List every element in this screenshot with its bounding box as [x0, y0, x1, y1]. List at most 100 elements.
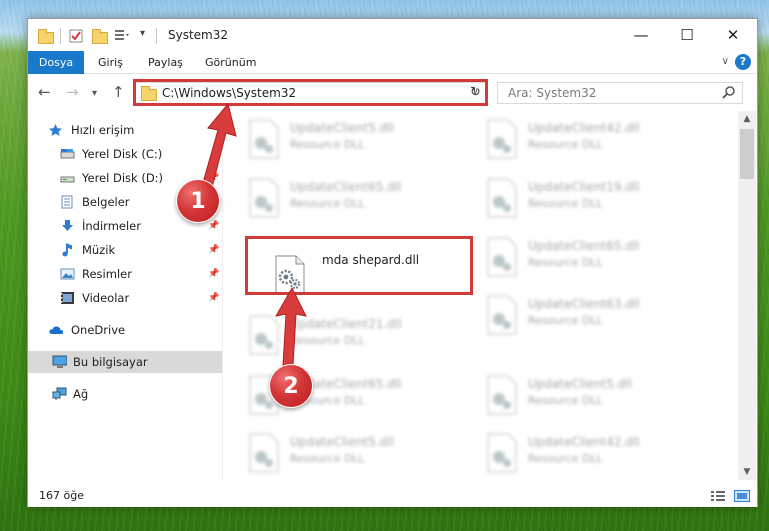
pin-icon[interactable]: 📌: [208, 263, 219, 285]
tab-share[interactable]: Paylaş: [138, 51, 193, 74]
ribbon-tabs: Dosya Giriş Paylaş Görünüm ∨ ?: [28, 51, 757, 74]
file-type: Resource DLL: [528, 256, 603, 269]
step-2-badge: 2: [269, 364, 313, 408]
file-item[interactable]: UpdateClient63.dll Resource DLL: [482, 289, 712, 347]
file-name: UpdateClient5.dll: [290, 435, 394, 449]
cloud-icon: [49, 326, 63, 334]
forward-arrow-icon[interactable]: →: [66, 84, 79, 100]
dll-file-icon: [487, 375, 517, 415]
scrollbar-thumb[interactable]: [740, 129, 754, 179]
file-name: UpdateClient42.dll: [528, 435, 640, 449]
sidebar-item-label: İndirmeler: [82, 219, 141, 233]
large-icons-view-icon[interactable]: [734, 490, 750, 502]
file-type: Resource DLL: [528, 138, 603, 151]
file-item[interactable]: UpdateClient42.dll Resource DLL: [482, 427, 712, 480]
search-box[interactable]: Ara: System32: [497, 82, 743, 104]
sidebar-item-network[interactable]: Ağ: [28, 383, 222, 405]
file-name: UpdateClient65.dll: [290, 180, 402, 194]
sidebar-item-label: Bu bilgisayar: [73, 355, 148, 369]
file-item[interactable]: UpdateClient42.dll Resource DLL: [482, 113, 712, 171]
file-type: Resource DLL: [528, 314, 603, 327]
search-icon[interactable]: [722, 86, 735, 100]
documents-icon: [61, 195, 73, 209]
window-title: System32: [168, 28, 229, 42]
file-item[interactable]: UpdateClient65.dll Resource DLL: [482, 231, 712, 289]
tab-home[interactable]: Giriş: [88, 51, 133, 74]
dll-file-icon: [487, 178, 517, 218]
sidebar-item-pictures[interactable]: Resimler 📌: [28, 263, 222, 285]
title-separator: [156, 28, 157, 44]
vertical-scrollbar[interactable]: ▲ ▼: [738, 111, 756, 480]
expand-ribbon-icon[interactable]: ∨: [722, 56, 729, 67]
file-type: Resource DLL: [290, 138, 365, 151]
pin-icon[interactable]: 📌: [208, 239, 219, 261]
quick-access-dropdown-icon[interactable]: ▾: [140, 28, 145, 39]
dll-file-icon: [487, 433, 517, 473]
computer-icon: [52, 355, 67, 368]
file-type: Resource DLL: [290, 197, 365, 210]
drive-icon: [60, 176, 75, 183]
file-item[interactable]: UpdateClient5.dll Resource DLL: [244, 427, 474, 480]
details-view-icon[interactable]: [710, 490, 726, 502]
sidebar-item-onedrive[interactable]: OneDrive: [28, 319, 222, 341]
sidebar-item-label: Resimler: [82, 267, 132, 281]
sidebar-item-label: Videolar: [82, 291, 130, 305]
minimize-button[interactable]: —: [618, 19, 664, 51]
sidebar-item-label: Belgeler: [82, 195, 130, 209]
dll-file-icon: [487, 295, 517, 335]
file-type: Resource DLL: [528, 452, 603, 465]
file-item[interactable]: UpdateClient5.dll Resource DLL: [244, 113, 474, 171]
download-icon: [62, 220, 73, 231]
dll-file-icon: [487, 237, 517, 277]
scroll-down-icon[interactable]: ▼: [738, 464, 756, 480]
file-name: UpdateClient5.dll: [528, 377, 632, 391]
video-icon: [61, 292, 74, 304]
scroll-up-icon[interactable]: ▲: [738, 111, 756, 127]
sidebar-item-this-pc[interactable]: Bu bilgisayar: [28, 351, 222, 373]
sidebar-item-music[interactable]: Müzik 📌: [28, 239, 222, 261]
dll-file-icon: [249, 433, 279, 473]
network-icon: [52, 387, 67, 400]
sidebar-item-videos[interactable]: Videolar 📌: [28, 287, 222, 309]
search-input[interactable]: Ara: System32: [508, 86, 596, 100]
file-item[interactable]: UpdateClient5.dll Resource DLL: [482, 369, 712, 427]
pin-icon[interactable]: 📌: [208, 287, 219, 309]
title-separator: [60, 28, 61, 44]
dll-file-icon: [249, 119, 279, 159]
help-icon[interactable]: ?: [735, 54, 751, 70]
file-type: Resource DLL: [528, 197, 603, 210]
properties-icon[interactable]: [68, 28, 84, 44]
close-button[interactable]: ✕: [710, 19, 756, 51]
drive-icon: [60, 149, 75, 159]
file-item[interactable]: UpdateClient19.dll Resource DLL: [482, 172, 712, 230]
sidebar-item-label: Yerel Disk (C:): [82, 147, 163, 161]
file-name: UpdateClient63.dll: [528, 297, 640, 311]
new-folder-icon[interactable]: [92, 29, 108, 44]
file-type: Resource DLL: [290, 452, 365, 465]
file-name: UpdateClient42.dll: [528, 121, 640, 135]
sidebar-item-label: OneDrive: [71, 323, 126, 337]
sidebar-item-label: Ağ: [73, 387, 89, 401]
dll-file-icon: [487, 119, 517, 159]
recent-locations-icon[interactable]: ▾: [92, 86, 97, 102]
step-1-badge: 1: [176, 179, 220, 223]
star-icon: [49, 124, 62, 136]
customize-toolbar-icon[interactable]: [114, 28, 132, 44]
dll-file-icon: [249, 178, 279, 218]
music-icon: [62, 243, 72, 257]
title-bar: ▾ System32 — ☐ ✕: [28, 19, 757, 51]
tab-view[interactable]: Görünüm: [195, 51, 266, 74]
item-count: 167 öğe: [39, 489, 84, 502]
pictures-icon: [60, 268, 75, 280]
up-arrow-icon[interactable]: ↑: [112, 84, 125, 100]
back-arrow-icon[interactable]: ←: [38, 84, 51, 100]
file-name: UpdateClient19.dll: [528, 180, 640, 194]
file-type: Resource DLL: [528, 394, 603, 407]
sidebar-item-label: Hızlı erişim: [71, 123, 135, 137]
file-item[interactable]: UpdateClient65.dll Resource DLL: [244, 172, 474, 230]
tab-file[interactable]: Dosya: [28, 51, 84, 74]
file-name: UpdateClient5.dll: [290, 121, 394, 135]
file-name: UpdateClient65.dll: [528, 239, 640, 253]
maximize-button[interactable]: ☐: [664, 19, 710, 51]
sidebar-item-label: Müzik: [82, 243, 116, 257]
